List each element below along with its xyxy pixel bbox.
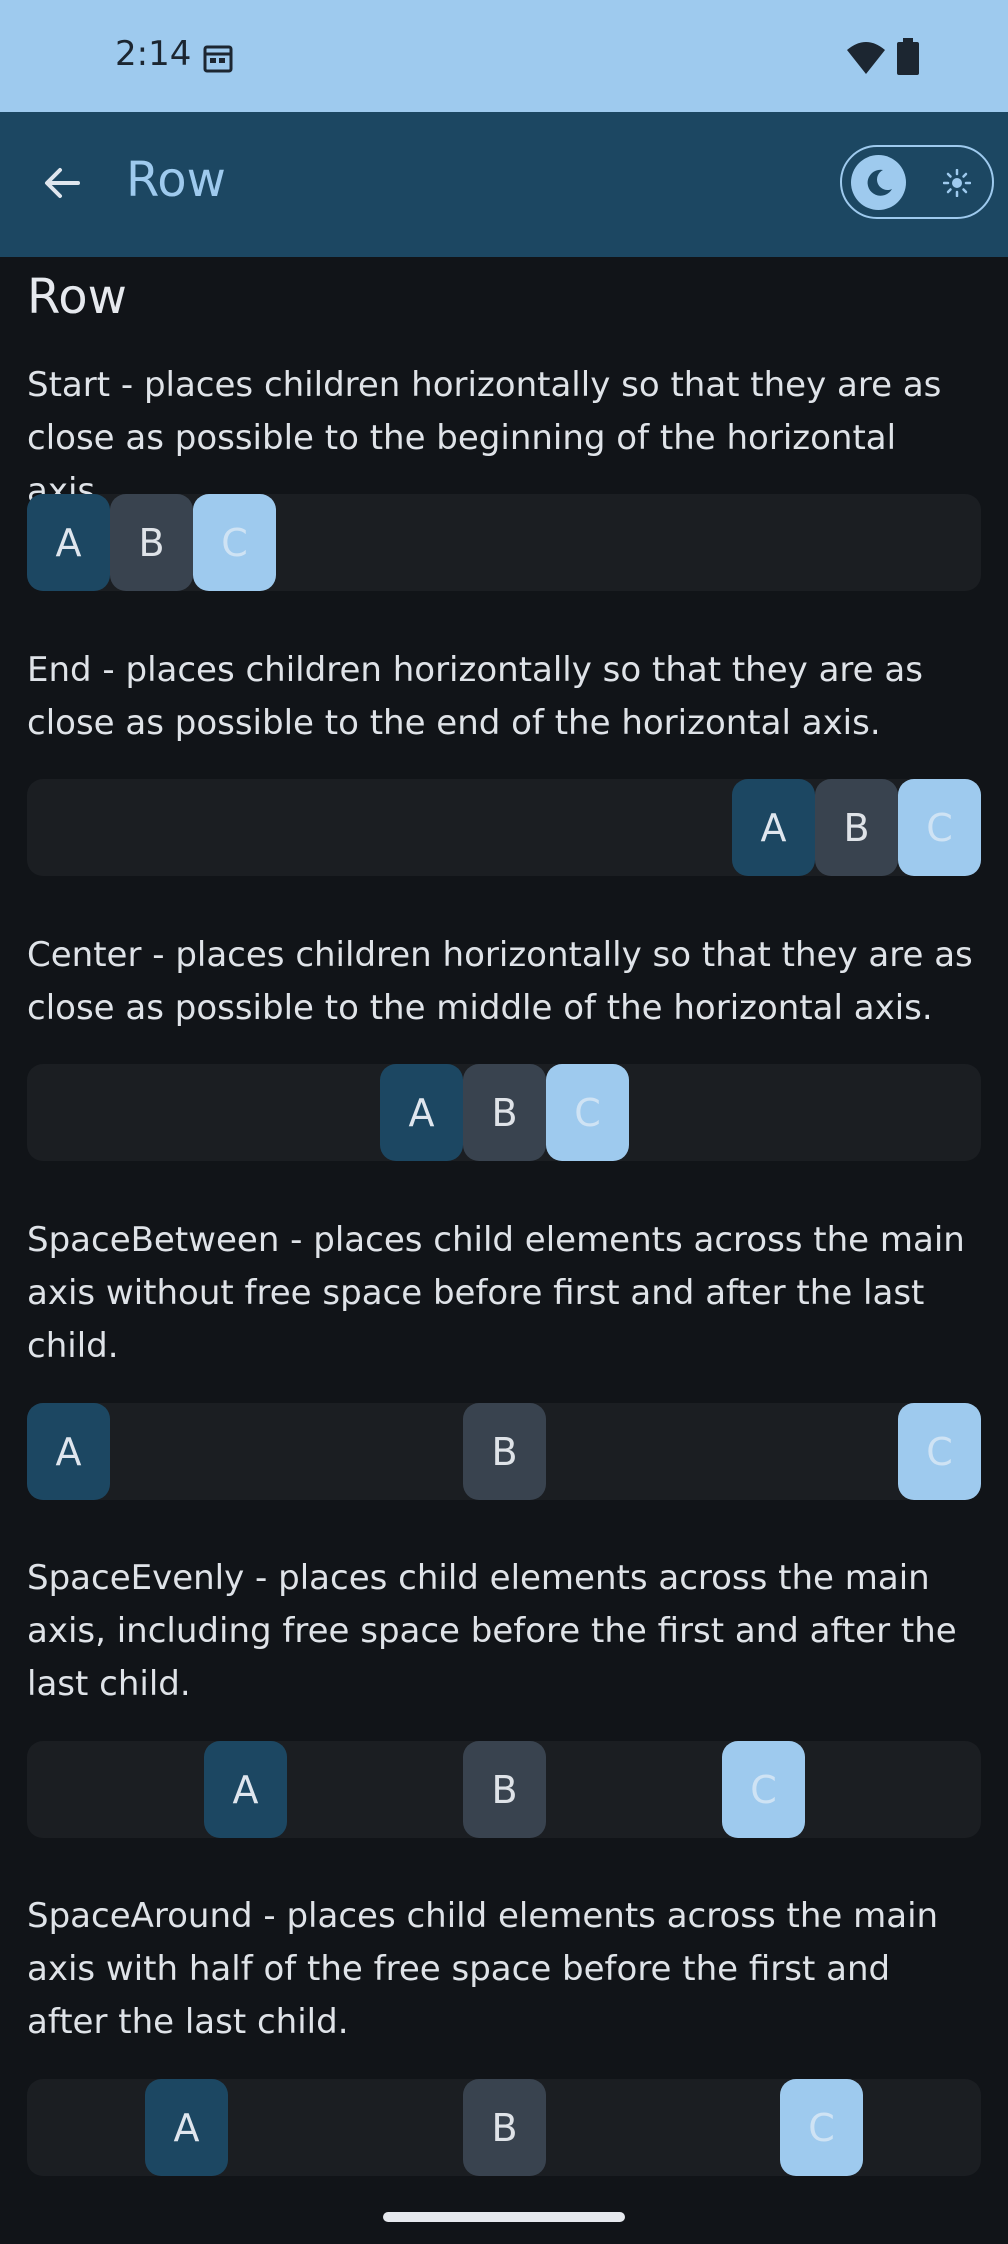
box-a: A — [27, 1403, 110, 1500]
battery-icon — [897, 38, 919, 75]
box-b: B — [110, 494, 193, 591]
box-a: A — [145, 2079, 228, 2176]
toggle-knob — [851, 155, 906, 210]
box-c: C — [898, 1403, 981, 1500]
space-around-row: A B C — [27, 2079, 981, 2176]
box-c: C — [546, 1064, 629, 1161]
box-a: A — [380, 1064, 463, 1161]
box-b: B — [463, 1064, 546, 1161]
center-row: A B C — [27, 1064, 981, 1161]
box-b: B — [463, 2079, 546, 2176]
box-b: B — [463, 1741, 546, 1838]
space-between-description: SpaceBetween - places child elements acr… — [27, 1220, 965, 1366]
wifi-icon — [847, 42, 885, 74]
box-a: A — [204, 1741, 287, 1838]
back-arrow-icon[interactable] — [38, 158, 88, 208]
box-c: C — [780, 2079, 863, 2176]
end-description: End - places children horizontally so th… — [27, 650, 923, 743]
app-bar-title: Row — [126, 152, 226, 208]
status-time: 2:14 — [115, 34, 192, 74]
box-b: B — [815, 779, 898, 876]
center-description: Center - places children horizontally so… — [27, 935, 973, 1028]
box-b: B — [463, 1403, 546, 1500]
box-c: C — [722, 1741, 805, 1838]
space-evenly-row: A B C — [27, 1741, 981, 1838]
sun-icon — [943, 169, 971, 197]
moon-icon — [867, 169, 892, 196]
calendar-icon — [203, 45, 233, 73]
start-row: A B C — [27, 494, 981, 591]
status-bar: 2:14 — [0, 0, 1008, 112]
space-between-row: A B C — [27, 1403, 981, 1500]
box-a: A — [27, 494, 110, 591]
theme-toggle[interactable] — [840, 145, 994, 219]
gesture-nav-handle[interactable] — [383, 2212, 625, 2222]
end-row: A B C — [27, 779, 981, 876]
box-c: C — [193, 494, 276, 591]
space-evenly-description: SpaceEvenly - places child elements acro… — [27, 1558, 957, 1704]
page-title: Row — [27, 269, 127, 325]
box-a: A — [732, 779, 815, 876]
app-bar: Row — [0, 112, 1008, 257]
space-around-description: SpaceAround - places child elements acro… — [27, 1896, 939, 2042]
box-c: C — [898, 779, 981, 876]
